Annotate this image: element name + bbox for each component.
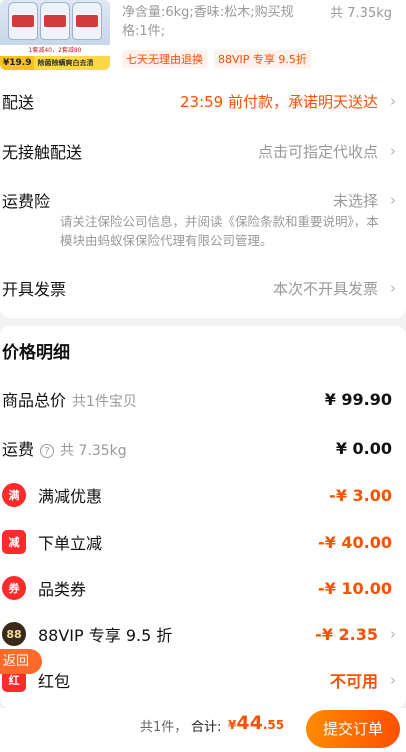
red-packet-label: 红包: [38, 672, 71, 691]
full-discount-label: 满减优惠: [38, 487, 103, 506]
category-coupon-amount: -¥ 10.00: [318, 578, 392, 598]
full-discount-amount: -¥ 3.00: [329, 485, 392, 505]
red-packet-row[interactable]: 红 红包 不可用 ›: [0, 667, 406, 693]
chevron-right-icon: ›: [390, 191, 396, 209]
back-button[interactable]: 返回: [0, 649, 42, 674]
return-tag: 七天无理由退换: [122, 50, 207, 68]
goods-count: 共1件宝贝: [72, 394, 137, 410]
thumb-slogan: 除菌除螨爽白去渍: [37, 59, 94, 67]
chevron-right-icon: ›: [390, 279, 396, 297]
vip-amount: -¥ 2.35: [315, 624, 378, 644]
category-coupon-row: 券 品类券 -¥ 10.00: [0, 575, 406, 601]
chevron-right-icon: ›: [390, 625, 396, 643]
shipping-amount: ¥ 0.00: [335, 438, 392, 458]
contactless-value: 点击可指定代收点: [257, 142, 378, 161]
total-label: 合计:: [191, 720, 222, 735]
discount-icon: 满: [2, 483, 26, 507]
vip-88-icon: 88: [2, 622, 26, 646]
vip-tag: 88VIP 专享 9.5折: [214, 50, 311, 68]
bottle-icon: [40, 2, 70, 40]
chevron-right-icon: ›: [390, 92, 396, 110]
insurance-note: 请关注保险公司信息，并阅读《保险条款和重要说明》，本模块由蚂蚁保保险代理有限公司…: [60, 214, 379, 248]
goods-total-amount: ¥ 99.90: [324, 389, 392, 409]
order-discount-row: 减 下单立减 -¥ 40.00: [0, 529, 406, 555]
total-amount: ¥44.55: [228, 712, 284, 734]
shipping-row: 运费? 共 7.35kg ¥ 0.00: [0, 435, 406, 461]
chevron-right-icon: ›: [390, 142, 396, 160]
vip-row[interactable]: 88 88VIP 专享 9.5 折 -¥ 2.35 ›: [0, 621, 406, 647]
thumb-price-strip: ¥19.9 除菌除螨爽白去渍: [0, 56, 110, 70]
contactless-label: 无接触配送: [2, 143, 83, 162]
order-discount-amount: -¥ 40.00: [318, 532, 392, 552]
insurance-label: 运费险: [2, 192, 51, 211]
order-discount-label: 下单立减: [38, 534, 103, 553]
shipping-label: 运费: [2, 440, 35, 459]
chevron-right-icon: ›: [390, 671, 396, 689]
invoice-value: 本次不开具发票: [272, 279, 378, 298]
instant-discount-icon: 减: [2, 530, 26, 554]
help-icon[interactable]: ?: [40, 444, 55, 458]
bottle-icon: [72, 2, 102, 40]
goods-total-label: 商品总价: [2, 391, 67, 410]
price-detail-card: [0, 326, 406, 708]
total-dec: .55: [262, 718, 285, 732]
vip-label: 88VIP 专享 9.5 折: [38, 626, 173, 645]
item-count: 共1件，: [140, 720, 188, 735]
delivery-row[interactable]: 配送 23:59 前付款，承诺明天送达 ›: [0, 88, 406, 114]
price-detail-title: 价格明细: [2, 343, 70, 363]
insurance-value: 未选择: [332, 191, 378, 210]
category-coupon-label: 品类券: [38, 580, 87, 599]
delivery-label: 配送: [2, 93, 35, 112]
contactless-row[interactable]: 无接触配送 点击可指定代收点 ›: [0, 138, 406, 164]
product-thumbnail[interactable]: 1套减40，2套减80 ¥19.9 除菌除螨爽白去渍: [0, 0, 110, 70]
insurance-row[interactable]: 运费险 未选择 ›: [0, 187, 406, 213]
delivery-value: 23:59 前付款，承诺明天送达: [180, 92, 378, 111]
full-discount-row: 满 满减优惠 -¥ 3.00: [0, 482, 406, 508]
shipping-weight: 共 7.35kg: [60, 443, 127, 459]
goods-total-row: 商品总价 共1件宝贝 ¥ 99.90: [0, 386, 406, 412]
invoice-row[interactable]: 开具发票 本次不开具发票 ›: [0, 275, 406, 301]
bottle-icon: [8, 2, 38, 40]
thumb-promo: 1套减40，2套减80: [0, 45, 110, 56]
product-spec: 净含量:6kg;香味:松木;购买规格:1件;: [122, 5, 294, 39]
invoice-label: 开具发票: [2, 280, 67, 299]
red-packet-status: 不可用: [329, 672, 378, 691]
thumb-price: ¥19.9: [0, 56, 35, 70]
total-int: 44: [236, 712, 263, 734]
submit-order-button[interactable]: 提交订单: [306, 710, 400, 748]
product-weight: 共 7.35kg: [330, 6, 392, 21]
coupon-icon: 券: [2, 576, 26, 600]
